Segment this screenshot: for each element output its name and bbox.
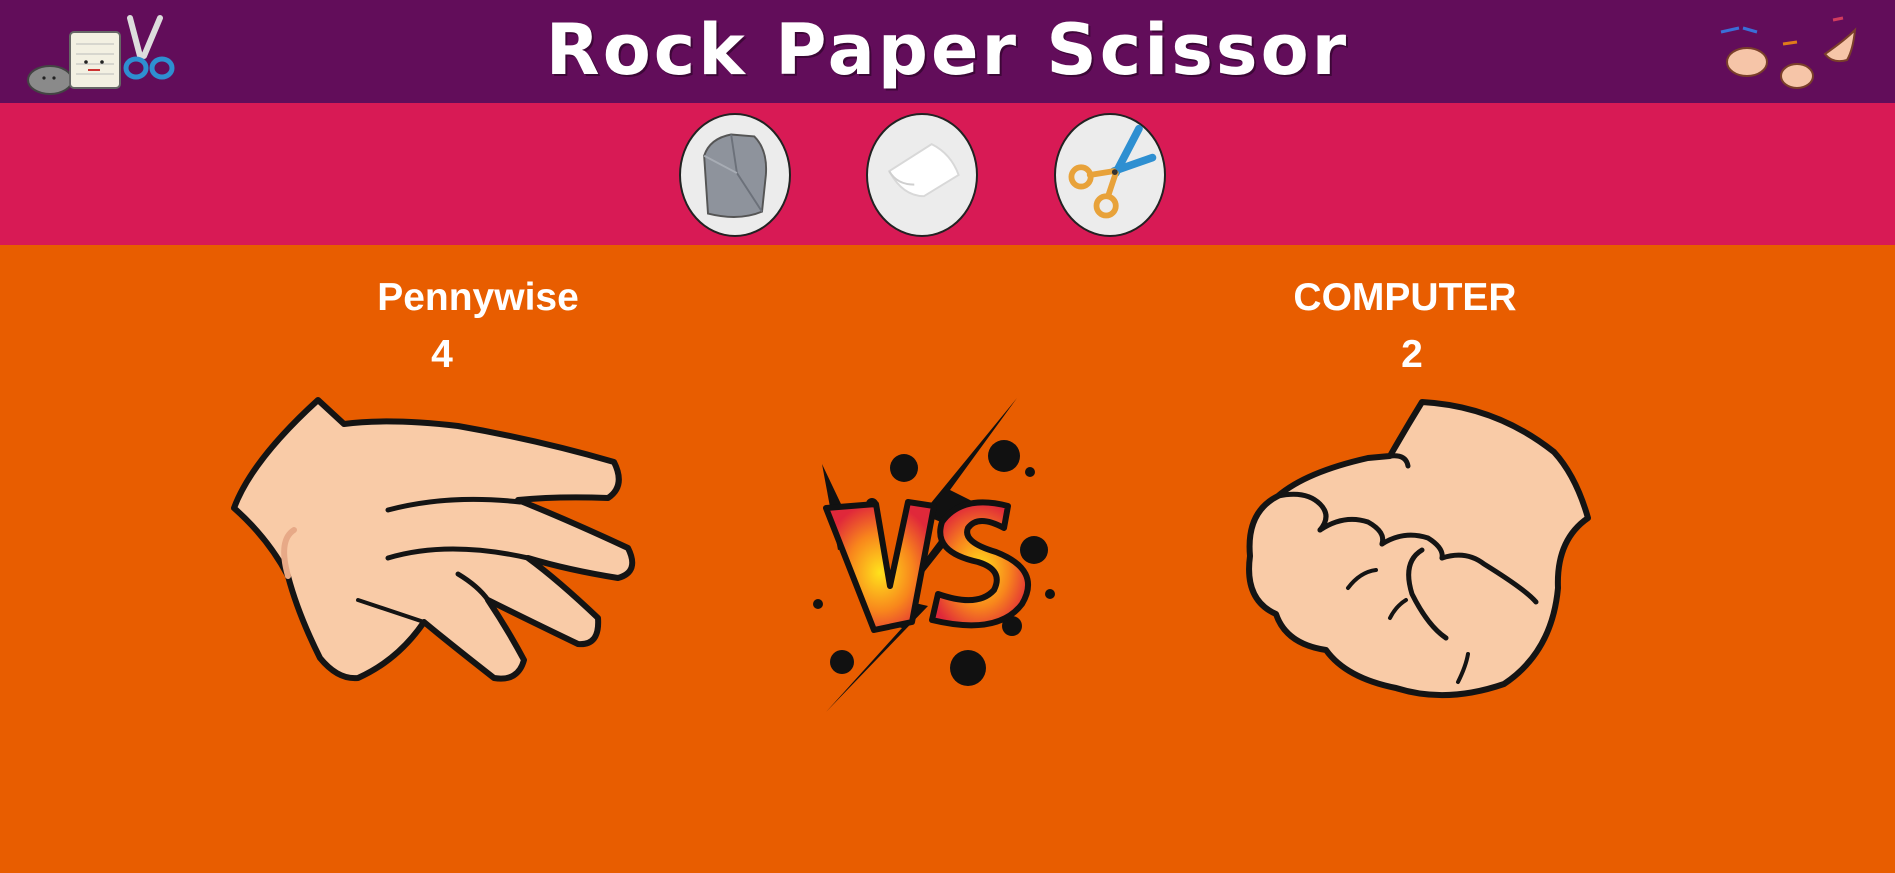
versus-burst-icon: [782, 394, 1072, 724]
player-name: Pennywise: [377, 276, 579, 319]
header-bar: Rock Paper Scissor: [0, 0, 1895, 103]
player-score: 4: [431, 333, 453, 376]
computer-score: 2: [1401, 333, 1423, 376]
computer-name: COMPUTER: [1293, 276, 1517, 319]
scissors-icon: [1068, 124, 1157, 219]
scissors-choice-button[interactable]: [1054, 113, 1166, 237]
rock-choice-button[interactable]: [679, 113, 791, 237]
game-title: Rock Paper Scissor: [545, 9, 1350, 91]
computer-hand-rock-fist-icon: [1236, 392, 1648, 710]
paper-choice-button[interactable]: [866, 113, 978, 237]
paper-icon: [887, 143, 960, 198]
hand-gestures-logo: [1713, 14, 1865, 96]
choice-bar: [0, 103, 1895, 245]
rock-icon: [703, 133, 768, 218]
player-hand-paper-icon: [228, 390, 668, 695]
